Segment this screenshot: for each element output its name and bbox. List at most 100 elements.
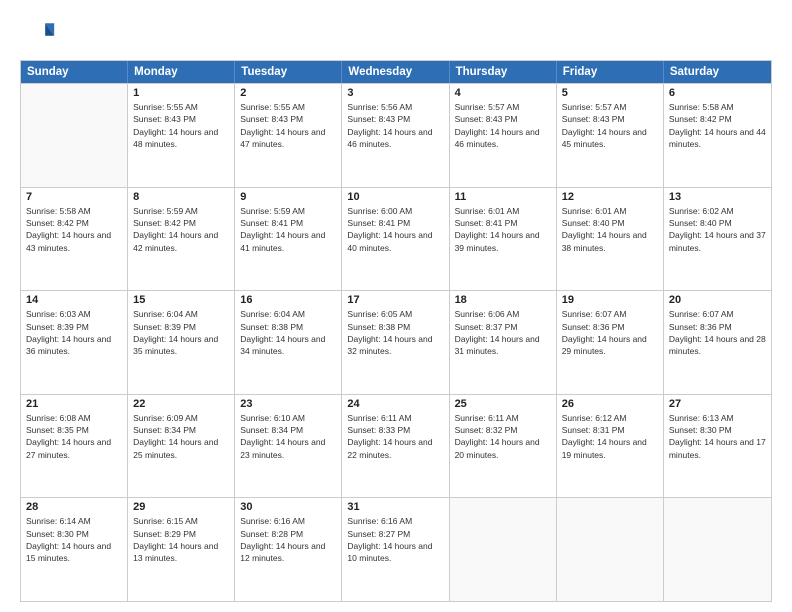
calendar-cell-4-5 — [557, 498, 664, 601]
sun-info: Sunrise: 6:13 AMSunset: 8:30 PMDaylight:… — [669, 412, 766, 461]
calendar-cell-0-4: 4 Sunrise: 5:57 AMSunset: 8:43 PMDaylight… — [450, 84, 557, 187]
calendar-week-0: 1 Sunrise: 5:55 AMSunset: 8:43 PMDaylight… — [21, 83, 771, 187]
sun-info: Sunrise: 6:03 AMSunset: 8:39 PMDaylight:… — [26, 308, 122, 357]
calendar: SundayMondayTuesdayWednesdayThursdayFrid… — [20, 60, 772, 602]
day-number: 30 — [240, 501, 336, 513]
sun-info: Sunrise: 6:07 AMSunset: 8:36 PMDaylight:… — [669, 308, 766, 357]
day-number: 22 — [133, 398, 229, 410]
page: SundayMondayTuesdayWednesdayThursdayFrid… — [0, 0, 792, 612]
sun-info: Sunrise: 6:01 AMSunset: 8:41 PMDaylight:… — [455, 205, 551, 254]
sun-info: Sunrise: 6:12 AMSunset: 8:31 PMDaylight:… — [562, 412, 658, 461]
calendar-cell-4-6 — [664, 498, 771, 601]
calendar-cell-3-3: 24 Sunrise: 6:11 AMSunset: 8:33 PMDayligh… — [342, 395, 449, 498]
sun-info: Sunrise: 5:58 AMSunset: 8:42 PMDaylight:… — [26, 205, 122, 254]
calendar-header: SundayMondayTuesdayWednesdayThursdayFrid… — [21, 61, 771, 83]
calendar-cell-3-4: 25 Sunrise: 6:11 AMSunset: 8:32 PMDayligh… — [450, 395, 557, 498]
sun-info: Sunrise: 6:06 AMSunset: 8:37 PMDaylight:… — [455, 308, 551, 357]
calendar-cell-1-6: 13 Sunrise: 6:02 AMSunset: 8:40 PMDayligh… — [664, 188, 771, 291]
calendar-week-2: 14 Sunrise: 6:03 AMSunset: 8:39 PMDayligh… — [21, 290, 771, 394]
calendar-cell-2-6: 20 Sunrise: 6:07 AMSunset: 8:36 PMDayligh… — [664, 291, 771, 394]
sun-info: Sunrise: 6:10 AMSunset: 8:34 PMDaylight:… — [240, 412, 336, 461]
day-number: 12 — [562, 191, 658, 203]
day-number: 8 — [133, 191, 229, 203]
calendar-cell-2-2: 16 Sunrise: 6:04 AMSunset: 8:38 PMDayligh… — [235, 291, 342, 394]
sun-info: Sunrise: 6:07 AMSunset: 8:36 PMDaylight:… — [562, 308, 658, 357]
sun-info: Sunrise: 6:14 AMSunset: 8:30 PMDaylight:… — [26, 515, 122, 564]
calendar-cell-0-6: 6Sunrise: 5:58 AMSunset: 8:42 PMDaylight… — [664, 84, 771, 187]
logo — [20, 16, 60, 52]
day-number: 27 — [669, 398, 766, 410]
calendar-cell-2-5: 19 Sunrise: 6:07 AMSunset: 8:36 PMDayligh… — [557, 291, 664, 394]
day-number: 29 — [133, 501, 229, 513]
day-number: 4 — [455, 87, 551, 99]
sun-info: Sunrise: 6:02 AMSunset: 8:40 PMDaylight:… — [669, 205, 766, 254]
sun-info: Sunrise: 6:16 AMSunset: 8:28 PMDaylight:… — [240, 515, 336, 564]
calendar-cell-3-2: 23 Sunrise: 6:10 AMSunset: 8:34 PMDayligh… — [235, 395, 342, 498]
sun-info: Sunrise: 6:00 AMSunset: 8:41 PMDaylight:… — [347, 205, 443, 254]
calendar-cell-3-5: 26Sunrise: 6:12 AMSunset: 8:31 PMDayligh… — [557, 395, 664, 498]
weekday-header-saturday: Saturday — [664, 61, 771, 83]
day-number: 6 — [669, 87, 766, 99]
sun-info: Sunrise: 5:57 AMSunset: 8:43 PMDaylight:… — [455, 101, 551, 150]
calendar-cell-4-2: 30 Sunrise: 6:16 AMSunset: 8:28 PMDayligh… — [235, 498, 342, 601]
calendar-cell-4-1: 29 Sunrise: 6:15 AMSunset: 8:29 PMDayligh… — [128, 498, 235, 601]
calendar-cell-3-6: 27 Sunrise: 6:13 AMSunset: 8:30 PMDayligh… — [664, 395, 771, 498]
sun-info: Sunrise: 6:09 AMSunset: 8:34 PMDaylight:… — [133, 412, 229, 461]
sun-info: Sunrise: 6:05 AMSunset: 8:38 PMDaylight:… — [347, 308, 443, 357]
weekday-header-thursday: Thursday — [450, 61, 557, 83]
day-number: 24 — [347, 398, 443, 410]
day-number: 14 — [26, 294, 122, 306]
sun-info: Sunrise: 6:08 AMSunset: 8:35 PMDaylight:… — [26, 412, 122, 461]
weekday-header-tuesday: Tuesday — [235, 61, 342, 83]
calendar-week-3: 21 Sunrise: 6:08 AMSunset: 8:35 PMDayligh… — [21, 394, 771, 498]
calendar-cell-1-2: 9Sunrise: 5:59 AMSunset: 8:41 PMDaylight… — [235, 188, 342, 291]
day-number: 20 — [669, 294, 766, 306]
day-number: 18 — [455, 294, 551, 306]
weekday-header-sunday: Sunday — [21, 61, 128, 83]
sun-info: Sunrise: 5:56 AMSunset: 8:43 PMDaylight:… — [347, 101, 443, 150]
sun-info: Sunrise: 6:01 AMSunset: 8:40 PMDaylight:… — [562, 205, 658, 254]
sun-info: Sunrise: 6:16 AMSunset: 8:27 PMDaylight:… — [347, 515, 443, 564]
sun-info: Sunrise: 5:55 AMSunset: 8:43 PMDaylight:… — [133, 101, 229, 150]
day-number: 16 — [240, 294, 336, 306]
day-number: 17 — [347, 294, 443, 306]
day-number: 23 — [240, 398, 336, 410]
calendar-cell-0-5: 5Sunrise: 5:57 AMSunset: 8:43 PMDaylight… — [557, 84, 664, 187]
calendar-cell-1-1: 8Sunrise: 5:59 AMSunset: 8:42 PMDaylight… — [128, 188, 235, 291]
calendar-cell-4-0: 28Sunrise: 6:14 AMSunset: 8:30 PMDayligh… — [21, 498, 128, 601]
day-number: 1 — [133, 87, 229, 99]
calendar-cell-0-2: 2Sunrise: 5:55 AMSunset: 8:43 PMDaylight… — [235, 84, 342, 187]
calendar-cell-2-4: 18 Sunrise: 6:06 AMSunset: 8:37 PMDayligh… — [450, 291, 557, 394]
day-number: 7 — [26, 191, 122, 203]
sun-info: Sunrise: 6:11 AMSunset: 8:32 PMDaylight:… — [455, 412, 551, 461]
calendar-cell-3-1: 22 Sunrise: 6:09 AMSunset: 8:34 PMDayligh… — [128, 395, 235, 498]
calendar-cell-1-5: 12 Sunrise: 6:01 AMSunset: 8:40 PMDayligh… — [557, 188, 664, 291]
day-number: 13 — [669, 191, 766, 203]
calendar-week-4: 28Sunrise: 6:14 AMSunset: 8:30 PMDayligh… — [21, 497, 771, 601]
calendar-week-1: 7 Sunrise: 5:58 AMSunset: 8:42 PMDaylight… — [21, 187, 771, 291]
day-number: 9 — [240, 191, 336, 203]
day-number: 2 — [240, 87, 336, 99]
calendar-cell-2-0: 14 Sunrise: 6:03 AMSunset: 8:39 PMDayligh… — [21, 291, 128, 394]
logo-icon — [20, 16, 56, 52]
calendar-cell-2-3: 17 Sunrise: 6:05 AMSunset: 8:38 PMDayligh… — [342, 291, 449, 394]
calendar-body: 1 Sunrise: 5:55 AMSunset: 8:43 PMDaylight… — [21, 83, 771, 601]
calendar-cell-0-1: 1 Sunrise: 5:55 AMSunset: 8:43 PMDaylight… — [128, 84, 235, 187]
weekday-header-friday: Friday — [557, 61, 664, 83]
calendar-cell-2-1: 15Sunrise: 6:04 AMSunset: 8:39 PMDayligh… — [128, 291, 235, 394]
calendar-cell-1-4: 11Sunrise: 6:01 AMSunset: 8:41 PMDayligh… — [450, 188, 557, 291]
day-number: 31 — [347, 501, 443, 513]
weekday-header-wednesday: Wednesday — [342, 61, 449, 83]
day-number: 21 — [26, 398, 122, 410]
calendar-cell-0-0 — [21, 84, 128, 187]
sun-info: Sunrise: 6:15 AMSunset: 8:29 PMDaylight:… — [133, 515, 229, 564]
calendar-cell-3-0: 21 Sunrise: 6:08 AMSunset: 8:35 PMDayligh… — [21, 395, 128, 498]
day-number: 10 — [347, 191, 443, 203]
sun-info: Sunrise: 6:04 AMSunset: 8:38 PMDaylight:… — [240, 308, 336, 357]
day-number: 19 — [562, 294, 658, 306]
day-number: 25 — [455, 398, 551, 410]
day-number: 5 — [562, 87, 658, 99]
sun-info: Sunrise: 6:11 AMSunset: 8:33 PMDaylight:… — [347, 412, 443, 461]
day-number: 15 — [133, 294, 229, 306]
weekday-header-monday: Monday — [128, 61, 235, 83]
